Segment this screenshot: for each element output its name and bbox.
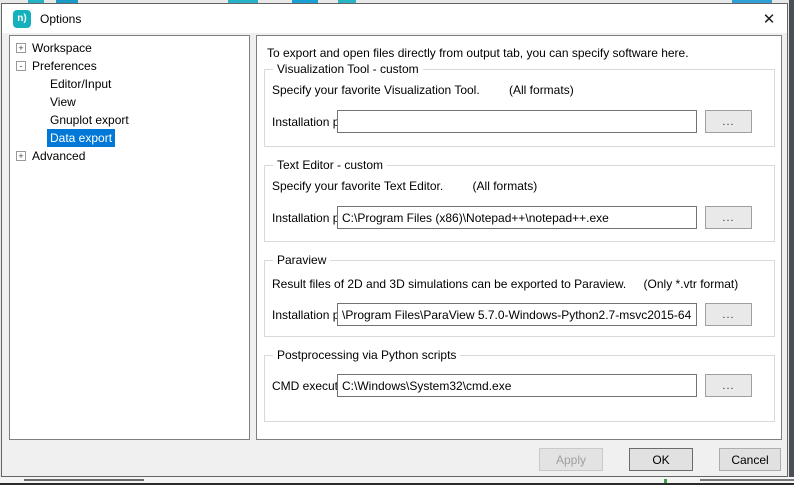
- browse-button[interactable]: ...: [705, 374, 752, 397]
- background-app-edge: [789, 0, 794, 485]
- tree-item-label: Advanced: [32, 147, 85, 165]
- tree-item-data-export[interactable]: Data export: [10, 129, 249, 147]
- background-app-fragment: [664, 479, 667, 483]
- cmd-executable-input[interactable]: [337, 374, 697, 397]
- tree-item-label: Workspace: [32, 39, 92, 57]
- intro-text: To export and open files directly from o…: [267, 46, 689, 60]
- expand-icon[interactable]: +: [16, 43, 26, 53]
- options-tree: + Workspace - Preferences Editor/Input V…: [9, 35, 250, 440]
- group-text-editor: Text Editor - custom Specify your favori…: [264, 165, 775, 242]
- group-title: Visualization Tool - custom: [273, 62, 423, 76]
- text-editor-path-input[interactable]: [337, 206, 697, 229]
- background-app-bottom: [0, 477, 794, 485]
- format-note: (All formats): [473, 179, 538, 193]
- group-title: Postprocessing via Python scripts: [273, 348, 460, 362]
- visualization-tool-path-input[interactable]: [337, 110, 697, 133]
- tree-item-view[interactable]: View: [10, 93, 249, 111]
- tree-item-preferences[interactable]: - Preferences: [10, 57, 249, 75]
- tree-item-label: Preferences: [32, 57, 97, 75]
- background-app-fragment: [700, 479, 794, 481]
- group-title: Paraview: [273, 253, 330, 267]
- browse-button[interactable]: ...: [705, 303, 752, 326]
- desktop: n) Options ✕ + Workspace - Preferences E…: [0, 0, 794, 485]
- group-description: Specify your favorite Visualization Tool…: [272, 83, 574, 97]
- tree-item-label: Editor/Input: [50, 75, 111, 93]
- tree-item-label: View: [50, 93, 76, 111]
- collapse-icon[interactable]: -: [16, 61, 26, 71]
- window-title: Options: [40, 12, 81, 26]
- data-export-settings-panel: To export and open files directly from o…: [256, 35, 782, 440]
- group-title: Text Editor - custom: [273, 158, 387, 172]
- group-visualization-tool: Visualization Tool - custom Specify your…: [264, 69, 775, 147]
- ok-button[interactable]: OK: [629, 448, 693, 471]
- description-text: Specify your favorite Text Editor.: [272, 179, 443, 193]
- format-note: (All formats): [509, 83, 574, 97]
- browse-button[interactable]: ...: [705, 206, 752, 229]
- expand-icon[interactable]: +: [16, 151, 26, 161]
- group-postprocessing: Postprocessing via Python scripts CMD ex…: [264, 355, 775, 422]
- tree-item-label: Gnuplot export: [50, 111, 129, 129]
- options-dialog: n) Options ✕ + Workspace - Preferences E…: [1, 3, 788, 477]
- cancel-button[interactable]: Cancel: [719, 448, 781, 471]
- tree-item-gnuplot-export[interactable]: Gnuplot export: [10, 111, 249, 129]
- tree-item-advanced[interactable]: + Advanced: [10, 147, 249, 165]
- close-icon: ✕: [763, 10, 776, 28]
- description-text: Result files of 2D and 3D simulations ca…: [272, 277, 626, 291]
- group-paraview: Paraview Result files of 2D and 3D simul…: [264, 260, 775, 337]
- close-button[interactable]: ✕: [751, 4, 787, 33]
- group-description: Specify your favorite Text Editor. (All …: [272, 179, 537, 193]
- background-app-fragment: [24, 479, 144, 481]
- browse-button[interactable]: ...: [705, 110, 752, 133]
- paraview-path-input[interactable]: [337, 303, 697, 326]
- tree-item-label-selected: Data export: [47, 129, 115, 147]
- description-text: Specify your favorite Visualization Tool…: [272, 83, 480, 97]
- group-description: Result files of 2D and 3D simulations ca…: [272, 277, 738, 291]
- tree-item-editor-input[interactable]: Editor/Input: [10, 75, 249, 93]
- app-icon: n): [13, 10, 31, 28]
- title-bar[interactable]: n) Options ✕: [2, 4, 787, 33]
- tree-item-workspace[interactable]: + Workspace: [10, 39, 249, 57]
- apply-button[interactable]: Apply: [539, 448, 603, 471]
- format-note: (Only *.vtr format): [644, 277, 739, 291]
